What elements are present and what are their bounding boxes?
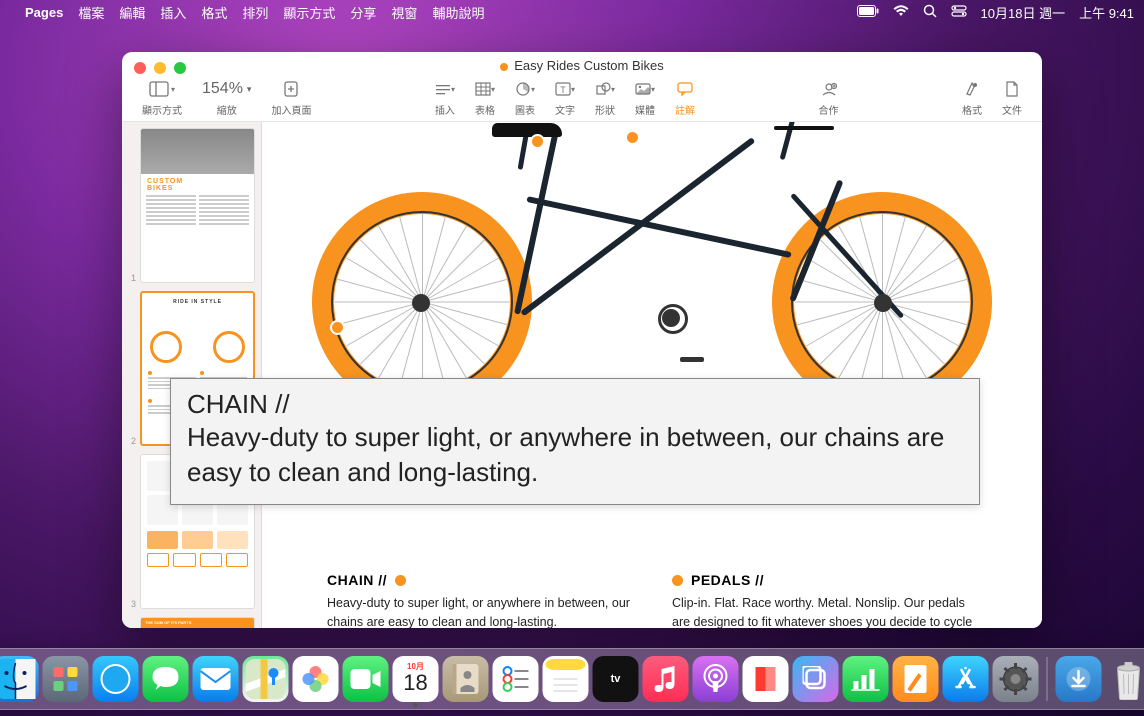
battery-icon[interactable] <box>857 5 879 20</box>
modified-dot-icon <box>500 63 508 71</box>
callout-marker[interactable] <box>627 132 638 143</box>
titlebar: Easy Rides Custom Bikes <box>122 52 1042 70</box>
control-center-icon[interactable] <box>951 5 967 20</box>
shape-icon: ▾ <box>595 78 615 100</box>
hover-title: CHAIN // <box>187 389 963 420</box>
dock-tv[interactable]: tv <box>593 656 639 702</box>
dock-numbers[interactable] <box>843 656 889 702</box>
document-canvas[interactable]: CHAIN // Heavy-duty to super light, or a… <box>262 122 1042 628</box>
add-page-icon <box>283 78 299 100</box>
toolbar-add-page[interactable]: 加入頁面 <box>263 78 319 117</box>
table-icon: ▾ <box>475 78 495 100</box>
dock-downloads[interactable] <box>1056 656 1102 702</box>
page-thumbnails-sidebar: 1 CUSTOM BIKES 2 RIDE IN STYLE 3 THE SUM… <box>122 122 262 628</box>
dock-photos[interactable] <box>293 656 339 702</box>
toolbar-document[interactable]: 文件 <box>994 78 1030 117</box>
callout-marker[interactable] <box>672 575 683 586</box>
dock-separator <box>1047 657 1048 701</box>
callout-marker[interactable] <box>532 136 543 147</box>
chain-label: CHAIN // <box>327 572 387 588</box>
toolbar-collaborate[interactable]: 合作 <box>811 78 847 117</box>
media-icon: ▾ <box>635 78 655 100</box>
collaborate-icon <box>820 78 838 100</box>
toolbar-text[interactable]: T▾ 文字 <box>547 78 583 117</box>
menubar-date[interactable]: 10月18日 週一 <box>981 3 1066 22</box>
pedal-icon <box>680 357 704 362</box>
callout-marker[interactable] <box>395 575 406 586</box>
handlebars-icon <box>774 126 834 130</box>
document-icon <box>1005 78 1019 100</box>
dock-maps[interactable] <box>243 656 289 702</box>
menu-insert[interactable]: 插入 <box>160 3 186 22</box>
dock-finder[interactable] <box>0 656 39 702</box>
chevron-down-icon: ▾ <box>247 84 252 95</box>
dock-music[interactable] <box>643 656 689 702</box>
toolbar-view[interactable]: ▾ 顯示方式 <box>134 78 190 117</box>
menu-edit[interactable]: 編輯 <box>119 3 145 22</box>
text-icon: T▾ <box>555 78 575 100</box>
dock-pages[interactable] <box>893 656 939 702</box>
toolbar-comment[interactable]: 註解 <box>667 78 703 117</box>
chart-icon: ▾ <box>515 78 535 100</box>
dock: 10月18 tv <box>0 648 1144 710</box>
dock-reminders[interactable] <box>493 656 539 702</box>
format-icon <box>964 78 980 100</box>
menubar-time[interactable]: 上午 9:41 <box>1079 3 1134 22</box>
toolbar-media[interactable]: ▾ 媒體 <box>627 78 663 117</box>
toolbar: ▾ 顯示方式 154%▾ 縮放 加入頁面 ▾ 插入 ▾ 表格 ▾ 圖表 T▾ 文… <box>122 70 1042 122</box>
chain-body: Heavy-duty to super light, or anywhere i… <box>327 594 632 628</box>
dock-calendar[interactable]: 10月18 <box>393 656 439 702</box>
hover-body: Heavy-duty to super light, or anywhere i… <box>187 420 963 490</box>
comment-icon <box>677 78 693 100</box>
dock-launchpad[interactable] <box>43 656 89 702</box>
dock-appstore[interactable] <box>943 656 989 702</box>
dock-safari[interactable] <box>93 656 139 702</box>
dock-notes[interactable] <box>543 656 589 702</box>
menu-file[interactable]: 檔案 <box>78 3 104 22</box>
chain-section: CHAIN // Heavy-duty to super light, or a… <box>327 572 632 628</box>
menubar: Pages 檔案 編輯 插入 格式 排列 顯示方式 分享 視窗 輔助說明 10月… <box>0 0 1144 24</box>
dock-settings[interactable] <box>993 656 1039 702</box>
toolbar-shape[interactable]: ▾ 形狀 <box>587 78 623 117</box>
hover-text-tooltip: CHAIN // Heavy-duty to super light, or a… <box>170 378 980 505</box>
window-title: Easy Rides Custom Bikes <box>122 58 1042 73</box>
menu-arrange[interactable]: 排列 <box>242 3 268 22</box>
menu-window[interactable]: 視窗 <box>391 3 417 22</box>
dock-messages[interactable] <box>143 656 189 702</box>
svg-text:T: T <box>560 85 566 95</box>
dock-facetime[interactable] <box>343 656 389 702</box>
view-icon: ▾ <box>149 78 175 100</box>
menu-help[interactable]: 輔助說明 <box>432 3 484 22</box>
pedals-body: Clip-in. Flat. Race worthy. Metal. Nonsl… <box>672 594 977 628</box>
thumbnail-page-4[interactable]: THE SUM OF ITS PARTS <box>128 617 255 628</box>
seat-icon <box>492 123 562 137</box>
pages-window: Easy Rides Custom Bikes ▾ 顯示方式 154%▾ 縮放 … <box>122 52 1042 628</box>
toolbar-chart[interactable]: ▾ 圖表 <box>507 78 543 117</box>
toolbar-format[interactable]: 格式 <box>954 78 990 117</box>
pedals-section: PEDALS // Clip-in. Flat. Race worthy. Me… <box>672 572 977 628</box>
dock-mail[interactable] <box>193 656 239 702</box>
app-name[interactable]: Pages <box>25 5 63 20</box>
thumbnail-page-1[interactable]: 1 CUSTOM BIKES <box>128 128 255 283</box>
toolbar-insert[interactable]: ▾ 插入 <box>427 78 463 117</box>
spotlight-icon[interactable] <box>923 4 937 21</box>
dock-trash[interactable] <box>1106 656 1144 702</box>
callout-marker[interactable] <box>332 322 343 333</box>
wifi-icon[interactable] <box>893 5 909 20</box>
zoom-value: 154% <box>202 80 243 98</box>
dock-shortcuts[interactable] <box>793 656 839 702</box>
insert-icon: ▾ <box>435 78 455 100</box>
menu-view[interactable]: 顯示方式 <box>283 3 335 22</box>
document-page: CHAIN // Heavy-duty to super light, or a… <box>262 122 1042 628</box>
pedals-label: PEDALS // <box>691 572 764 588</box>
menu-format[interactable]: 格式 <box>201 3 227 22</box>
dock-news[interactable] <box>743 656 789 702</box>
dock-podcasts[interactable] <box>693 656 739 702</box>
dock-contacts[interactable] <box>443 656 489 702</box>
toolbar-zoom[interactable]: 154%▾ 縮放 <box>194 78 259 117</box>
toolbar-table[interactable]: ▾ 表格 <box>467 78 503 117</box>
menu-share[interactable]: 分享 <box>350 3 376 22</box>
